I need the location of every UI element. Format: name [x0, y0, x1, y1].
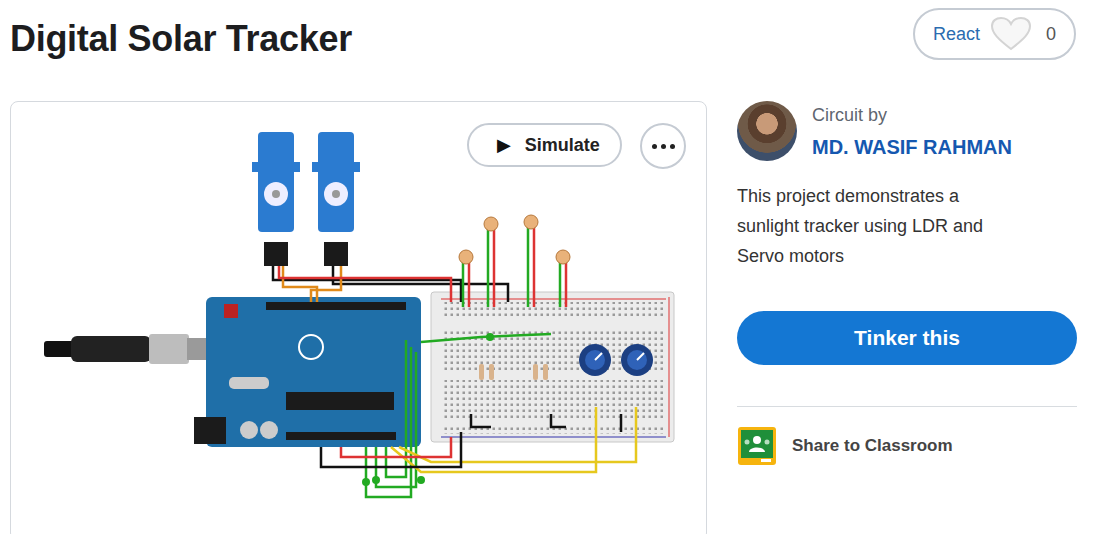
description-line: sunlight tracker using LDR and	[737, 211, 1077, 241]
react-button[interactable]: React 0	[913, 8, 1076, 60]
description-line: Servo motors	[737, 241, 1077, 271]
circuit-preview: ▶ Simulate	[10, 101, 707, 534]
avatar[interactable]	[737, 101, 797, 161]
header: Digital Solar Tracker React 0	[10, 0, 1076, 60]
divider	[737, 406, 1077, 407]
simulate-label: Simulate	[525, 135, 600, 156]
more-options-icon[interactable]	[640, 123, 686, 169]
sidebar: Circuit by MD. WASIF RAHMAN This project d…	[737, 101, 1077, 534]
share-to-classroom[interactable]: Share to Classroom	[737, 426, 1077, 466]
classroom-icon	[737, 426, 777, 466]
share-label: Share to Classroom	[792, 436, 953, 456]
description: This project demonstrates asunlight trac…	[737, 181, 1077, 271]
author-caption: Circuit by	[812, 103, 1012, 127]
react-count: 0	[1046, 24, 1056, 45]
play-icon: ▶	[497, 134, 511, 156]
author: Circuit by MD. WASIF RAHMAN	[737, 101, 1077, 161]
tinker-button[interactable]: Tinker this	[737, 311, 1077, 365]
heart-icon	[990, 16, 1032, 52]
react-label: React	[933, 24, 980, 45]
page-title: Digital Solar Tracker	[10, 18, 352, 60]
dot	[652, 144, 657, 149]
dot	[670, 144, 675, 149]
description-line: This project demonstrates a	[737, 181, 1077, 211]
dot	[661, 144, 666, 149]
main: ▶ Simulate Circuit by MD. WASIF RAHMAN This …	[10, 101, 1076, 534]
author-name[interactable]: MD. WASIF RAHMAN	[812, 135, 1012, 159]
simulate-button[interactable]: ▶ Simulate	[467, 123, 622, 167]
